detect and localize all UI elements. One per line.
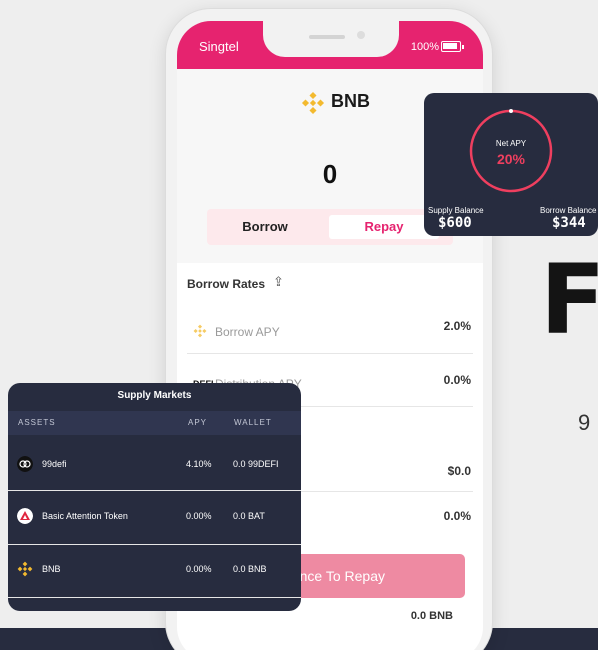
row-divider — [8, 597, 301, 598]
supply-balance-value: $600 — [438, 215, 472, 231]
asset-title: BNB — [331, 91, 370, 111]
asset-wallet: 0.0 BNB — [233, 564, 267, 574]
supply-markets-header: ASSETS APY WALLET — [8, 411, 301, 435]
supply-markets-card: Supply Markets ASSETS APY WALLET 99defi … — [8, 383, 301, 611]
tab-repay[interactable]: Repay — [329, 215, 439, 239]
bat-icon — [17, 508, 33, 524]
asset-apy: 0.00% — [186, 511, 212, 521]
battery-percent: 100% — [410, 41, 439, 53]
asset-apy: 4.10% — [186, 459, 212, 469]
carrier-label: Singtel — [199, 39, 239, 54]
tab-strip: Borrow Repay — [207, 209, 453, 245]
market-row-bat[interactable]: Basic Attention Token 0.00% 0.0 BAT — [8, 491, 301, 543]
supply-markets-title: Supply Markets — [117, 390, 192, 401]
asset-wallet: 0.0 99DEFI — [233, 459, 279, 469]
column-wallet: WALLET — [234, 418, 272, 427]
side-digit: 9 — [578, 410, 591, 435]
battery-icon — [441, 41, 464, 52]
headline-letter: F — [540, 244, 598, 356]
tab-borrow[interactable]: Borrow — [215, 215, 315, 239]
share-icon[interactable]: ⇪ — [273, 274, 284, 290]
net-apy-card: Net APY 20% Supply Balance $600 Borrow B… — [424, 93, 598, 236]
distribution-apy-value: 0.0% — [443, 373, 471, 387]
asset-apy: 0.00% — [186, 564, 212, 574]
asset-name: BNB — [42, 564, 61, 574]
borrow-apy-value: 2.0% — [443, 319, 471, 333]
speaker-icon — [309, 35, 345, 39]
defi99-icon — [17, 456, 33, 472]
asset-name: 99defi — [42, 459, 67, 469]
borrow-apy-label: Borrow APY — [215, 325, 280, 339]
column-apy: APY — [188, 418, 208, 427]
market-row-bnb[interactable]: BNB 0.00% 0.0 BNB — [8, 545, 301, 597]
net-apy-value: 20% — [496, 151, 526, 167]
supply-balance-label: Supply Balance — [428, 206, 484, 215]
bnb-icon — [17, 561, 33, 577]
bnb-small-icon — [193, 324, 207, 338]
phone-notch — [263, 21, 399, 57]
wallet-balance: 0.0 BNB — [410, 610, 453, 622]
borrow-limit-value: 0.0% — [443, 509, 471, 523]
column-assets: ASSETS — [18, 418, 56, 427]
asset-wallet: 0.0 BAT — [233, 511, 265, 521]
market-row-99defi[interactable]: 99defi 4.10% 0.0 99DEFI — [8, 437, 301, 489]
asset-name: Basic Attention Token — [42, 511, 128, 521]
bnb-logo-icon — [301, 91, 325, 115]
borrow-rates-title: Borrow Rates — [187, 277, 266, 291]
net-apy-label: Net APY — [495, 139, 527, 148]
borrow-balance-value: $0.0 — [447, 464, 471, 478]
borrow-balance-label: Borrow Balance — [540, 206, 597, 215]
borrow-balance-stat: $344 — [552, 215, 586, 231]
row-divider — [187, 353, 473, 354]
camera-icon — [357, 31, 365, 39]
